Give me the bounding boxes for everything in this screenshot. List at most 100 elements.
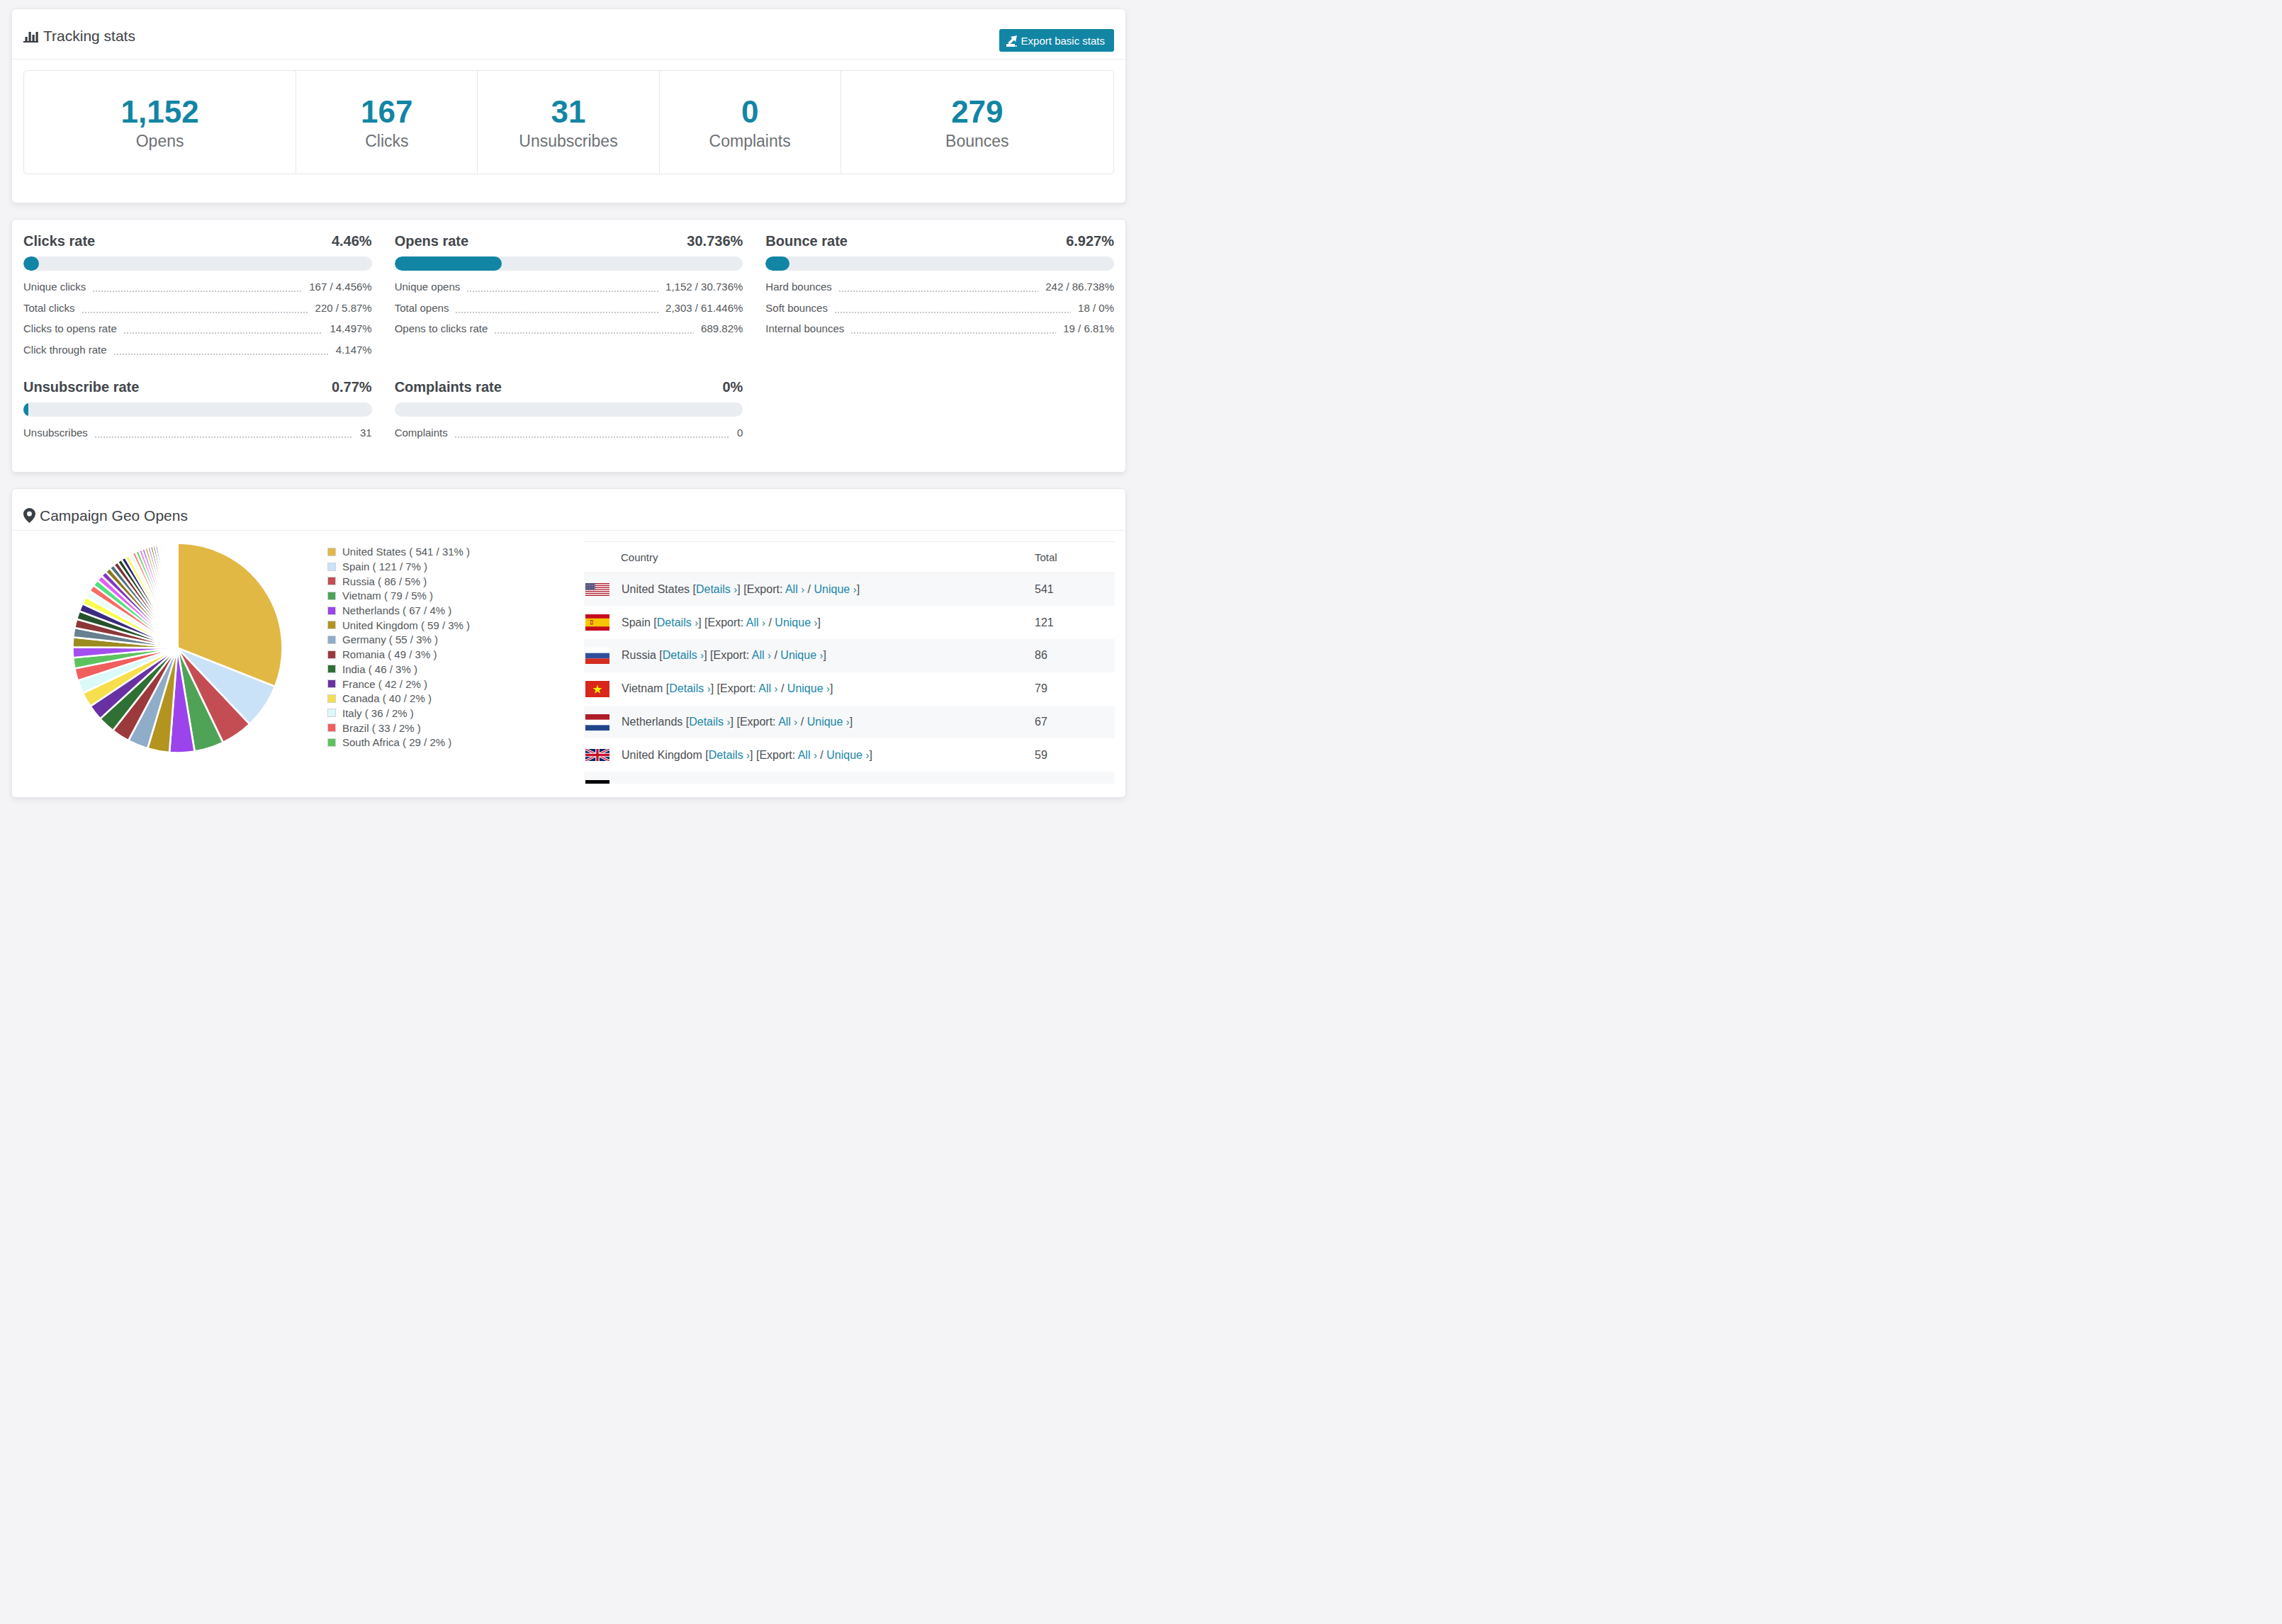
legend-item: United Kingdom ( 59 / 3% ) bbox=[327, 618, 470, 633]
geo-row-export-unique-link[interactable]: Unique › bbox=[780, 649, 823, 661]
geo-row-export-all-link[interactable]: All › bbox=[758, 682, 777, 694]
legend-swatch bbox=[327, 563, 336, 571]
rate-row-label: Unsubscribes bbox=[23, 422, 88, 444]
rate-row-label: Complaints bbox=[395, 422, 448, 444]
legend-swatch bbox=[327, 738, 336, 747]
rate-progress-fill bbox=[395, 256, 502, 271]
rate-row: Click through rate4.147% bbox=[23, 339, 372, 361]
geo-opens-pie-chart bbox=[72, 543, 285, 755]
stat-opens: 1,152 Opens bbox=[24, 71, 296, 174]
geo-row-export-all-link[interactable]: All › bbox=[785, 583, 804, 595]
legend-swatch bbox=[327, 680, 336, 688]
rate-row-value: 0 bbox=[737, 422, 743, 444]
stat-complaints-value: 0 bbox=[741, 95, 758, 129]
rate-row-label: Total opens bbox=[395, 298, 449, 319]
rate-heading-label: Complaints rate bbox=[395, 377, 502, 397]
geo-row-export-unique-link[interactable]: Unique › bbox=[814, 583, 856, 595]
geo-opens-body: United States ( 541 / 31% ) Spain ( 121 /… bbox=[23, 531, 1114, 796]
legend-swatch bbox=[327, 694, 336, 703]
geo-row-export-all-link[interactable]: All › bbox=[778, 716, 797, 728]
rate-row-label: Unique clicks bbox=[23, 276, 86, 298]
geo-row-export-unique-link[interactable]: Unique › bbox=[792, 782, 835, 784]
dotted-leader bbox=[114, 354, 329, 355]
rate-row-value: 14.497% bbox=[330, 318, 371, 339]
rate-progress-bar bbox=[765, 256, 1114, 271]
dotted-leader bbox=[467, 291, 658, 292]
rate-heading: Opens rate30.736% bbox=[395, 231, 743, 251]
geo-row-details-link[interactable]: Details › bbox=[675, 782, 716, 784]
geo-row-country-name: Spain bbox=[622, 616, 651, 628]
dotted-leader bbox=[93, 291, 302, 292]
legend-swatch bbox=[327, 709, 336, 717]
geo-row-country: Netherlands [Details ›] [Export: All › /… bbox=[609, 716, 1035, 728]
geo-row-total: 67 bbox=[1035, 716, 1115, 728]
dotted-leader bbox=[124, 332, 323, 334]
rate-row-label: Unique opens bbox=[395, 276, 461, 298]
rate-heading: Bounce rate6.927% bbox=[765, 231, 1114, 251]
flag-icon-es bbox=[585, 614, 609, 631]
rate-group-unsubscribe-rate: Unsubscribe rate0.77%Unsubscribes31 bbox=[23, 377, 372, 444]
rate-heading-value: 6.927% bbox=[1066, 231, 1114, 251]
legend-swatch bbox=[327, 650, 336, 659]
legend-label: Canada ( 40 / 2% ) bbox=[342, 692, 432, 704]
geo-row-total: 86 bbox=[1035, 649, 1115, 662]
geo-opens-title: Campaign Geo Opens bbox=[23, 507, 188, 524]
geo-row-export-unique-link[interactable]: Unique › bbox=[807, 716, 850, 728]
legend-label: France ( 42 / 2% ) bbox=[342, 678, 427, 690]
geo-row-export-label: Export: bbox=[747, 583, 783, 595]
legend-label: Vietnam ( 79 / 5% ) bbox=[342, 590, 433, 602]
stat-opens-label: Opens bbox=[136, 130, 184, 152]
rate-heading: Clicks rate4.46% bbox=[23, 231, 372, 251]
dotted-leader bbox=[456, 312, 658, 313]
geo-row-details-link[interactable]: Details › bbox=[657, 616, 698, 628]
rate-row: Clicks to opens rate 14.497% bbox=[23, 318, 372, 339]
geo-row-details-link[interactable]: Details › bbox=[669, 682, 710, 694]
legend-label: Italy ( 36 / 2% ) bbox=[342, 707, 414, 719]
legend-swatch bbox=[327, 577, 336, 585]
rate-heading-value: 0.77% bbox=[332, 377, 372, 397]
rate-row-value: 19 / 6.81% bbox=[1063, 318, 1114, 339]
geo-row-export-all-link[interactable]: All › bbox=[798, 749, 817, 761]
legend-item: India ( 46 / 3% ) bbox=[327, 662, 470, 677]
rate-progress-fill bbox=[765, 256, 789, 271]
geo-row-total: 59 bbox=[1035, 749, 1115, 762]
rate-row: Total opens 2,303 / 61.446% bbox=[395, 298, 743, 319]
geo-table-row-es: Spain [Details ›] [Export: All › / Uniqu… bbox=[584, 606, 1115, 639]
stat-unsubscribes-label: Unsubscribes bbox=[519, 130, 617, 152]
legend-label: Spain ( 121 / 7% ) bbox=[342, 560, 427, 573]
geo-row-export-unique-link[interactable]: Unique › bbox=[787, 682, 830, 694]
geo-row-details-link[interactable]: Details › bbox=[663, 649, 704, 661]
stat-bounces: 279 Bounces bbox=[841, 71, 1113, 174]
rate-heading: Complaints rate0% bbox=[395, 377, 743, 397]
geo-row-export-unique-link[interactable]: Unique › bbox=[826, 749, 869, 761]
geo-opens-header: Campaign Geo Opens bbox=[12, 489, 1125, 531]
legend-item: Russia ( 86 / 5% ) bbox=[327, 574, 470, 589]
geo-opens-legend: United States ( 541 / 31% ) Spain ( 121 /… bbox=[327, 545, 470, 750]
legend-item: France ( 42 / 2% ) bbox=[327, 677, 470, 692]
legend-label: Brazil ( 33 / 2% ) bbox=[342, 722, 421, 734]
geo-row-total: 55 bbox=[1035, 782, 1115, 784]
geo-row-country: Russia [Details ›] [Export: All › / Uniq… bbox=[609, 649, 1035, 662]
geo-row-details-link[interactable]: Details › bbox=[709, 749, 750, 761]
geo-row-export-all-link[interactable]: All › bbox=[752, 649, 771, 661]
geo-row-export-unique-link[interactable]: Unique › bbox=[775, 616, 817, 628]
rate-rows: Unique clicks167 / 4.456%Total clicks220… bbox=[23, 276, 372, 360]
geo-row-details-link[interactable]: Details › bbox=[689, 716, 730, 728]
rate-row-label: Clicks to opens rate bbox=[23, 318, 117, 339]
rate-row-value: 4.147% bbox=[336, 339, 372, 361]
export-basic-stats-button[interactable]: Export basic stats bbox=[999, 29, 1114, 52]
geo-row-country: Vietnam [Details ›] [Export: All › / Uni… bbox=[609, 682, 1035, 695]
rate-row: Complaints 0 bbox=[395, 422, 743, 444]
rate-group-opens-rate: Opens rate30.736%Unique opens1,152 / 30.… bbox=[395, 231, 743, 360]
legend-label: United States ( 541 / 31% ) bbox=[342, 546, 470, 558]
dotted-leader bbox=[851, 332, 1056, 334]
geo-row-export-all-link[interactable]: All › bbox=[746, 616, 765, 628]
bar-chart-icon bbox=[23, 30, 39, 43]
rate-progress-bar bbox=[23, 402, 372, 417]
rate-row-value: 2,303 / 61.446% bbox=[665, 298, 743, 319]
geo-row-export-all-link[interactable]: All › bbox=[764, 782, 783, 784]
dotted-leader bbox=[455, 436, 730, 438]
geo-row-details-link[interactable]: Details › bbox=[696, 583, 737, 595]
legend-swatch bbox=[327, 621, 336, 629]
geo-table-header: Country Total bbox=[584, 541, 1115, 573]
